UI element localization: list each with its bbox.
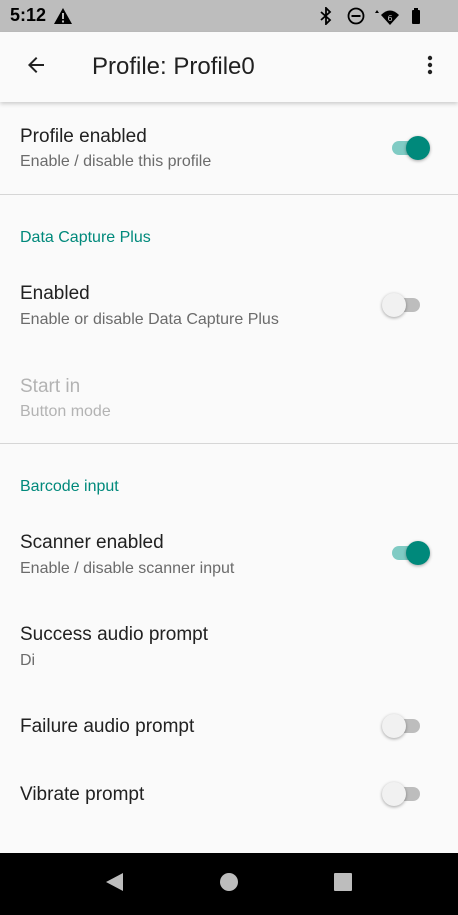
pref-vibrate-prompt[interactable]: Vibrate prompt [0, 766, 458, 824]
category-header-data-capture-plus: Data Capture Plus [20, 229, 151, 246]
page-title: Profile: Profile0 [92, 53, 255, 80]
bluetooth-icon [318, 0, 334, 32]
failure-audio-switch[interactable] [382, 711, 426, 741]
divider [0, 194, 458, 195]
profile-enabled-switch[interactable] [388, 133, 432, 163]
pref-success-audio-prompt[interactable]: Success audio prompt Di [0, 606, 458, 686]
navigation-bar [0, 853, 458, 915]
pref-dcp-enabled[interactable]: Enabled Enable or disable Data Capture P… [0, 264, 458, 344]
svg-text:6: 6 [387, 14, 392, 23]
wifi-icon: 6 [372, 0, 402, 32]
home-circle-icon [219, 872, 239, 897]
pref-profile-enabled[interactable]: Profile enabled Enable / disable this pr… [0, 102, 458, 194]
more-vert-icon [418, 53, 442, 82]
pref-summary: Di [20, 652, 36, 669]
arrow-back-icon [24, 53, 48, 82]
nav-home-button[interactable] [214, 869, 244, 899]
app-bar: Profile: Profile0 [0, 32, 458, 102]
pref-failure-audio-prompt[interactable]: Failure audio prompt [0, 698, 458, 756]
recents-square-icon [333, 872, 353, 897]
nav-back-button[interactable] [99, 869, 129, 899]
divider [0, 443, 458, 444]
dcp-enabled-switch[interactable] [382, 290, 426, 320]
pref-summary: Enable / disable scanner input [20, 560, 235, 577]
scanner-enabled-switch[interactable] [388, 538, 432, 568]
pref-title: Scanner enabled [20, 532, 164, 553]
switch-thumb [382, 782, 406, 806]
pref-title: Vibrate prompt [20, 784, 145, 805]
back-button[interactable] [18, 49, 54, 85]
status-bar: 5:12 6 [0, 0, 458, 32]
back-triangle-icon [103, 871, 125, 898]
overflow-menu-button[interactable] [412, 49, 448, 85]
pref-start-in: Start in Button mode [0, 358, 458, 438]
switch-thumb [382, 293, 406, 317]
warning-icon [52, 0, 74, 32]
category-header-barcode-input: Barcode input [20, 478, 119, 495]
nav-recents-button[interactable] [328, 869, 358, 899]
pref-title: Success audio prompt [20, 624, 208, 645]
switch-thumb [406, 541, 430, 565]
pref-title: Enabled [20, 283, 90, 304]
do-not-disturb-icon [346, 0, 366, 32]
pref-title: Failure audio prompt [20, 716, 195, 737]
pref-title: Profile enabled [20, 126, 147, 147]
switch-thumb [382, 714, 406, 738]
status-time: 5:12 [10, 5, 47, 25]
vibrate-switch[interactable] [382, 779, 426, 809]
pref-title: Start in [20, 376, 81, 397]
pref-scanner-enabled[interactable]: Scanner enabled Enable / disable scanner… [0, 514, 458, 594]
battery-icon [410, 0, 422, 32]
pref-summary: Button mode [20, 403, 111, 420]
pref-summary: Enable / disable this profile [20, 153, 212, 170]
pref-summary: Enable or disable Data Capture Plus [20, 311, 279, 328]
switch-thumb [406, 136, 430, 160]
